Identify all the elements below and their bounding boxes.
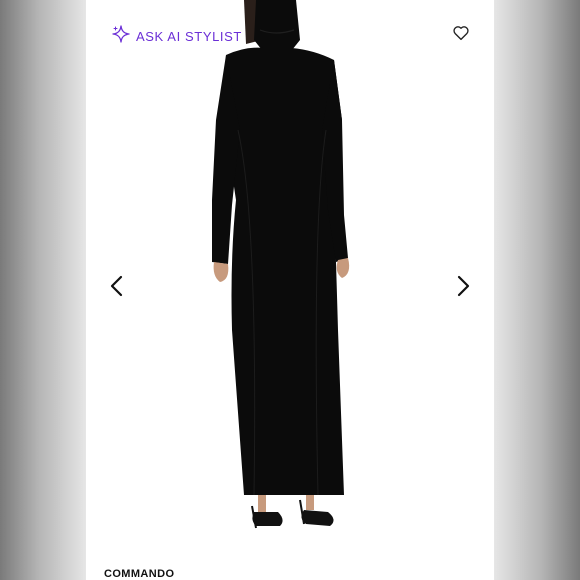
sparkle-icon: [112, 24, 130, 48]
product-photo-dress: [212, 0, 350, 529]
chevron-right-icon[interactable]: [452, 274, 474, 298]
heart-icon[interactable]: [452, 24, 470, 42]
chevron-left-icon[interactable]: [106, 274, 128, 298]
product-image-card: ASK AI STYLIST COMMANDO: [86, 0, 494, 580]
blurred-backdrop-right: [494, 0, 580, 580]
blurred-backdrop-left: [0, 0, 86, 580]
brand-name: COMMANDO: [104, 568, 175, 580]
